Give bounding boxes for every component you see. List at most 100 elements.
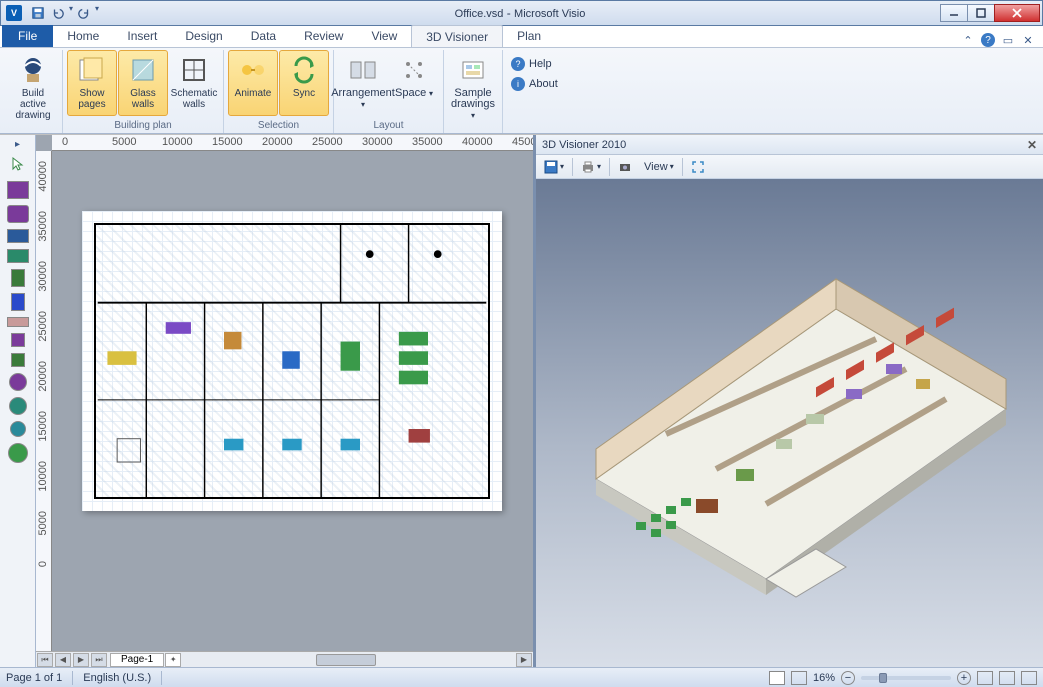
stencil-shape[interactable] [7, 205, 29, 223]
arrangement-button[interactable]: Arrangement ▾ [338, 50, 388, 116]
pane-save-button[interactable]: ▾ [540, 157, 568, 177]
window-restore-icon[interactable]: ▭ [1001, 33, 1015, 47]
close-pane-button[interactable]: ✕ [1027, 138, 1037, 152]
sample-drawings-button[interactable]: Sample drawings ▾ [448, 50, 498, 116]
new-page-button[interactable]: ✦ [165, 653, 181, 667]
window-close-doc-icon[interactable]: ✕ [1021, 33, 1035, 47]
pointer-tool-icon[interactable] [10, 156, 26, 175]
pane-toolbar: ▾ ▾ View ▾ [536, 155, 1043, 179]
switch-windows-button[interactable] [1021, 671, 1037, 685]
ribbon-tabs: File Home Insert Design Data Review View… [0, 26, 1043, 48]
zoom-slider[interactable] [861, 676, 951, 680]
help-small-icon: ? [511, 57, 525, 71]
pane-title-bar[interactable]: 3D Visioner 2010 ✕ [536, 135, 1043, 155]
tab-design[interactable]: Design [171, 25, 236, 47]
about-button[interactable]: i About [507, 74, 562, 94]
stencil-shape[interactable] [7, 181, 29, 199]
horizontal-scrollbar[interactable] [184, 653, 513, 667]
minimize-button[interactable] [940, 4, 968, 22]
3d-viewport[interactable] [536, 179, 1043, 667]
page-tabs-bar: ⏮ ◀ ▶ ⏭ Page-1 ✦ ▶ [36, 651, 533, 667]
ribbon-group-building-plan: Show pages Glass walls Schematic walls B… [63, 50, 224, 133]
build-icon [17, 54, 49, 86]
zoom-slider-thumb[interactable] [879, 673, 887, 683]
drawing-page[interactable] [82, 211, 502, 511]
glass-walls-icon [127, 54, 159, 86]
last-page-button[interactable]: ⏭ [91, 653, 107, 667]
pane-camera-button[interactable] [614, 157, 636, 177]
save-icon[interactable] [29, 4, 47, 22]
schematic-walls-button[interactable]: Schematic walls [169, 50, 219, 116]
fit-page-button[interactable] [977, 671, 993, 685]
status-bar: Page 1 of 1 English (U.S.) 16% − + [0, 667, 1043, 687]
window-controls [941, 4, 1040, 22]
prev-page-button[interactable]: ◀ [55, 653, 71, 667]
help-icon[interactable]: ? [981, 33, 995, 47]
stencil-shape[interactable] [7, 229, 29, 243]
glass-walls-button[interactable]: Glass walls [118, 50, 168, 116]
animate-icon [237, 54, 269, 86]
maximize-button[interactable] [967, 4, 995, 22]
tab-3d-visioner[interactable]: 3D Visioner [411, 25, 503, 47]
page-tab[interactable]: Page-1 [110, 653, 164, 667]
show-pages-button[interactable]: Show pages [67, 50, 117, 116]
workspace: ▸ 0 5000 10000 15000 20000 25000 30000 3… [0, 135, 1043, 667]
stencil-expand-icon[interactable]: ▸ [15, 139, 20, 150]
horizontal-ruler[interactable]: 0 5000 10000 15000 20000 25000 30000 350… [52, 135, 533, 151]
zoom-out-button[interactable]: − [841, 671, 855, 685]
stencil-shape[interactable] [9, 373, 27, 391]
3d-visioner-pane: 3D Visioner 2010 ✕ ▾ ▾ View ▾ [533, 135, 1043, 667]
minimize-ribbon-icon[interactable]: ⌃ [961, 33, 975, 47]
tab-view[interactable]: View [357, 25, 411, 47]
sync-button[interactable]: Sync [279, 50, 329, 116]
stencil-shape[interactable] [7, 249, 29, 263]
chevron-down-icon: ▾ [361, 100, 365, 109]
zoom-level[interactable]: 16% [813, 672, 835, 684]
stencil-shape[interactable] [9, 397, 27, 415]
undo-icon[interactable] [49, 4, 67, 22]
help-button[interactable]: ? Help [507, 54, 562, 74]
next-page-button[interactable]: ▶ [73, 653, 89, 667]
scroll-thumb[interactable] [316, 654, 376, 666]
stencil-shape[interactable] [11, 333, 25, 347]
stencil-shape[interactable] [8, 443, 28, 463]
first-page-button[interactable]: ⏮ [37, 653, 53, 667]
animate-button[interactable]: Animate [228, 50, 278, 116]
stencil-shape[interactable] [10, 421, 26, 437]
tab-insert[interactable]: Insert [113, 25, 171, 47]
pane-print-button[interactable]: ▾ [577, 157, 605, 177]
space-button[interactable]: Space ▾ [389, 50, 439, 116]
floor-plan-drawing[interactable] [94, 223, 490, 499]
tab-data[interactable]: Data [237, 25, 290, 47]
pane-fullscreen-button[interactable] [687, 157, 709, 177]
title-bar: V ▾ ▾ Office.vsd - Microsoft Visio [0, 0, 1043, 26]
window-title: Office.vsd - Microsoft Visio [99, 6, 941, 20]
drawing-canvas[interactable] [52, 151, 533, 651]
close-button[interactable] [994, 4, 1040, 22]
file-tab[interactable]: File [2, 25, 53, 47]
scroll-right-button[interactable]: ▶ [516, 653, 532, 667]
tab-home[interactable]: Home [53, 25, 113, 47]
pane-view-button[interactable]: View ▾ [640, 157, 678, 177]
redo-icon[interactable] [75, 4, 93, 22]
stencil-shape[interactable] [7, 317, 29, 327]
tab-review[interactable]: Review [290, 25, 357, 47]
stencil-shape[interactable] [11, 269, 25, 287]
vertical-ruler[interactable]: 40000 35000 30000 25000 20000 15000 1000… [36, 151, 52, 651]
pane-title: 3D Visioner 2010 [542, 139, 626, 151]
view-normal-icon[interactable] [769, 671, 785, 685]
ribbon-group-layout: Arrangement ▾ Space ▾ Layout [334, 50, 444, 133]
stencil-shape[interactable] [11, 293, 25, 311]
fit-width-button[interactable] [999, 671, 1015, 685]
quick-access-toolbar: ▾ ▾ [29, 4, 99, 22]
ribbon: Build active drawing Show pages Glass wa… [0, 48, 1043, 134]
stencil-shape[interactable] [11, 353, 25, 367]
shapes-stencil[interactable]: ▸ [0, 135, 36, 667]
zoom-in-button[interactable]: + [957, 671, 971, 685]
qat-dropdown-icon[interactable]: ▾ [69, 4, 73, 22]
tab-plan[interactable]: Plan [503, 25, 555, 47]
view-fullscreen-icon[interactable] [791, 671, 807, 685]
language-status[interactable]: English (U.S.) [83, 672, 151, 684]
schematic-walls-icon [178, 54, 210, 86]
build-active-drawing-button[interactable]: Build active drawing [8, 50, 58, 116]
